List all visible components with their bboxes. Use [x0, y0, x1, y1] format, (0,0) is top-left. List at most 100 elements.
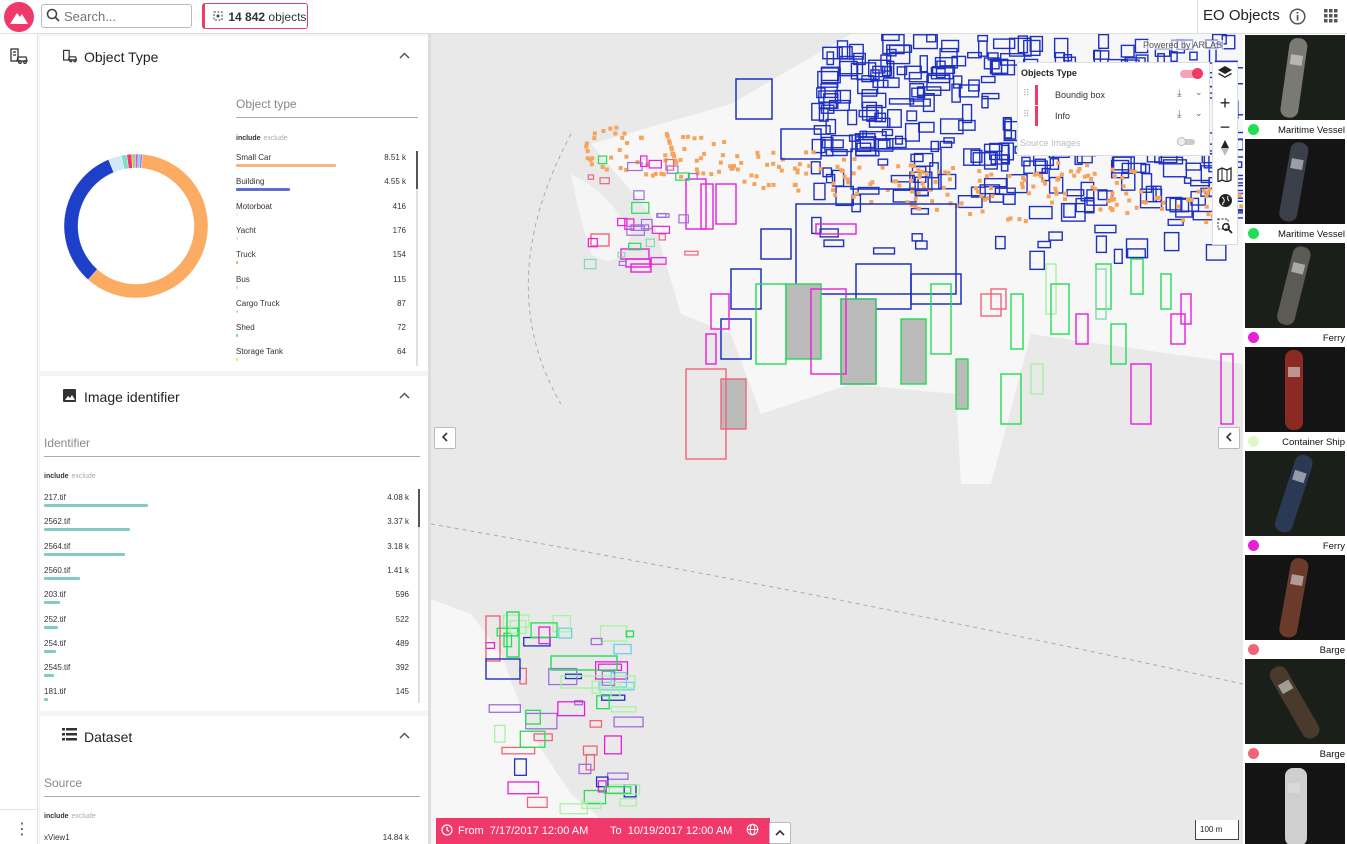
- result-thumbnail[interactable]: [1245, 347, 1345, 432]
- download-icon[interactable]: ⤓: [1177, 88, 1181, 99]
- drag-handle-icon[interactable]: ⠿: [1023, 88, 1030, 99]
- list-item[interactable]: Motorboat 416: [236, 202, 414, 222]
- list-item[interactable]: xView1 14.84 k: [44, 833, 414, 842]
- apps-grid-icon[interactable]: [1324, 9, 1338, 28]
- list-item[interactable]: 2545.tif 392: [44, 663, 414, 683]
- car-point: [617, 148, 622, 153]
- result-card[interactable]: Maritime Vessel: [1243, 138, 1347, 242]
- layers-toggle[interactable]: [1180, 68, 1203, 79]
- object-type-donut-chart[interactable]: [61, 151, 211, 301]
- donut-slice[interactable]: [63, 159, 115, 280]
- globe-icon[interactable]: [1213, 193, 1237, 217]
- vessel-bbox: [645, 238, 655, 248]
- chevron-up-icon[interactable]: [399, 728, 410, 742]
- list-item[interactable]: 203.tif 596: [44, 590, 414, 610]
- vessel-bbox: [557, 701, 586, 717]
- include-toggle[interactable]: include: [44, 813, 69, 820]
- result-thumbnail[interactable]: [1245, 139, 1345, 224]
- result-thumbnail[interactable]: [1245, 659, 1345, 744]
- result-thumbnail[interactable]: [1245, 243, 1345, 328]
- list-item[interactable]: 2560.tif 1.41 k: [44, 566, 414, 586]
- list-item[interactable]: 2562.tif 3.37 k: [44, 517, 414, 537]
- download-icon[interactable]: ⤓: [1177, 109, 1181, 120]
- scrollbar-thumb[interactable]: [418, 489, 420, 527]
- exclude-toggle[interactable]: exclude: [264, 135, 288, 142]
- search-input[interactable]: [64, 7, 188, 25]
- include-exclude[interactable]: include exclude: [236, 135, 288, 142]
- info-icon[interactable]: [1289, 8, 1306, 30]
- car-point: [1021, 175, 1026, 180]
- source-field[interactable]: Source: [44, 776, 420, 797]
- list-item[interactable]: 254.tif 489: [44, 639, 414, 659]
- chevron-down-icon[interactable]: ⌄: [1195, 108, 1203, 119]
- drag-handle-icon[interactable]: ⠿: [1023, 109, 1030, 120]
- car-point: [1127, 198, 1132, 203]
- list-item[interactable]: Bus 115: [236, 275, 414, 295]
- result-card[interactable]: Ferry: [1243, 242, 1347, 346]
- include-toggle[interactable]: include: [44, 473, 69, 480]
- list-item[interactable]: Truck 154: [236, 250, 414, 270]
- source-images-toggle[interactable]: [1177, 137, 1195, 146]
- result-thumbnail[interactable]: [1245, 35, 1345, 120]
- result-thumbnail[interactable]: [1245, 451, 1345, 536]
- timeline-bar[interactable]: From 7/17/2017 12:00 AM To 10/19/2017 12…: [436, 818, 770, 844]
- list-item-bar: [44, 552, 126, 556]
- car-point: [600, 164, 605, 169]
- result-card[interactable]: Maritime Vessel: [1243, 34, 1347, 138]
- result-card[interactable]: Barge: [1243, 658, 1347, 762]
- result-card[interactable]: Ferry: [1243, 450, 1347, 554]
- list-item[interactable]: Small Car 8.51 k: [236, 153, 414, 173]
- zoom-out-icon[interactable]: −: [1213, 115, 1237, 139]
- list-item[interactable]: 2564.tif 3.18 k: [44, 542, 414, 562]
- result-card[interactable]: Container Ship: [1243, 346, 1347, 450]
- object-type-field[interactable]: Object type: [236, 97, 418, 118]
- include-exclude[interactable]: include exclude: [44, 473, 96, 480]
- list-item-count: 3.37 k: [387, 517, 409, 527]
- timezone-globe-icon[interactable]: [746, 823, 759, 839]
- result-thumbnail[interactable]: [1245, 555, 1345, 640]
- car-point: [698, 156, 703, 161]
- vehicles-icon[interactable]: [9, 46, 29, 71]
- more-vertical-icon[interactable]: ⋮: [14, 819, 30, 839]
- result-card[interactable]: Barge: [1243, 554, 1347, 658]
- layers-icon[interactable]: [1213, 65, 1237, 89]
- donut-slice[interactable]: [131, 153, 136, 169]
- scrollbar-thumb[interactable]: [416, 151, 418, 189]
- chevron-up-icon[interactable]: [399, 48, 410, 62]
- compass-icon[interactable]: [1213, 139, 1237, 163]
- list-item[interactable]: 181.tif 145: [44, 687, 414, 707]
- zoom-in-icon[interactable]: +: [1213, 91, 1237, 115]
- include-exclude[interactable]: include exclude: [44, 813, 96, 820]
- result-thumbnail[interactable]: [1245, 763, 1345, 844]
- basemap-icon[interactable]: [1213, 166, 1237, 191]
- car-point: [1068, 169, 1073, 174]
- car-point: [840, 169, 845, 174]
- arlas-logo[interactable]: [4, 2, 34, 32]
- result-card[interactable]: [1243, 762, 1347, 844]
- layer-row-bbox[interactable]: ⠿ Boundig box ⤓ ⌄: [1018, 85, 1209, 105]
- collapse-right-button[interactable]: [1218, 427, 1240, 449]
- chevron-up-icon[interactable]: [399, 388, 410, 402]
- identifier-field[interactable]: Identifier: [44, 436, 420, 457]
- layer-row-info[interactable]: ⠿ Info ⤓ ⌄: [1018, 106, 1209, 126]
- include-toggle[interactable]: include: [236, 135, 261, 142]
- list-item[interactable]: Building 4.55 k: [236, 177, 414, 197]
- list-item[interactable]: Cargo Truck 87: [236, 299, 414, 319]
- exclude-toggle[interactable]: exclude: [72, 813, 96, 820]
- car-point: [702, 151, 707, 156]
- result-label: Barge: [1319, 645, 1345, 656]
- exclude-toggle[interactable]: exclude: [72, 473, 96, 480]
- map-view[interactable]: Powered by ARLAS Objects Type ⠿ Boundig …: [431, 34, 1243, 844]
- list-item[interactable]: Shed 72: [236, 323, 414, 343]
- search-box[interactable]: [41, 4, 192, 28]
- zoom-to-data-icon[interactable]: [1213, 218, 1237, 242]
- list-item[interactable]: 252.tif 522: [44, 615, 414, 635]
- expand-timeline-button[interactable]: [769, 822, 791, 844]
- car-point: [701, 171, 706, 176]
- chevron-down-icon[interactable]: ⌄: [1195, 87, 1203, 98]
- list-item[interactable]: 217.tif 4.08 k: [44, 493, 414, 513]
- collapse-left-button[interactable]: [434, 427, 456, 449]
- list-item[interactable]: Yacht 176: [236, 226, 414, 246]
- car-point: [779, 168, 784, 173]
- list-item[interactable]: Storage Tank 64: [236, 347, 414, 367]
